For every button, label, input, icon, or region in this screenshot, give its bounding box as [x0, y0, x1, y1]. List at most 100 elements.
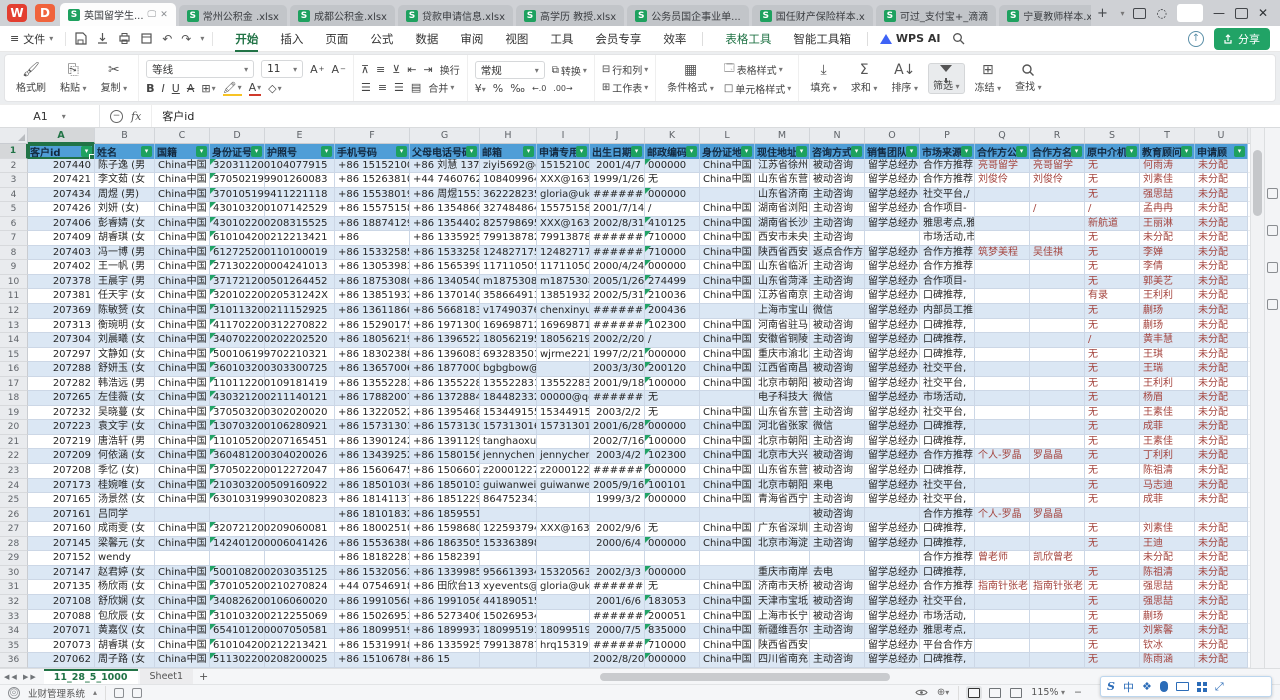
row-number[interactable]: 16: [0, 362, 28, 377]
cell[interactable]: [1030, 653, 1085, 668]
cell[interactable]: +86 15320563: [335, 566, 410, 581]
cell[interactable]: +86 1339985047: [410, 566, 480, 581]
cell[interactable]: [975, 479, 1030, 494]
cell[interactable]: 杨欣雨 (女: [95, 580, 155, 595]
cell[interactable]: China中国: [700, 246, 755, 261]
number-format-select[interactable]: 常规▾: [475, 61, 545, 79]
cell[interactable]: [1030, 217, 1085, 232]
cell[interactable]: +86 15575158: [335, 202, 410, 217]
column-letter[interactable]: I: [537, 128, 590, 144]
cell[interactable]: [700, 551, 755, 566]
cell[interactable]: ########: [590, 639, 645, 654]
cell[interactable]: 被动咨询: [810, 377, 865, 392]
cell[interactable]: +86 1354402198: [410, 217, 480, 232]
cell[interactable]: 彭睿婧 (女: [95, 217, 155, 232]
cell[interactable]: 北京市大兴: [755, 449, 810, 464]
undo-icon[interactable]: ↶: [162, 32, 172, 46]
cell[interactable]: 口碑推荐,: [920, 566, 975, 581]
column-letter[interactable]: J: [590, 128, 645, 144]
cell[interactable]: [755, 508, 810, 523]
cell[interactable]: 32010220020531242X: [210, 289, 265, 304]
cell[interactable]: 合作方推荐: [920, 246, 975, 261]
header-cell[interactable]: 出生日期▾: [590, 144, 645, 159]
share-button[interactable]: 分享: [1214, 28, 1270, 50]
cell[interactable]: 未分配: [1195, 289, 1248, 304]
cell[interactable]: [1030, 479, 1085, 494]
file-tab[interactable]: S英国留学生...🖵︎✕: [60, 3, 176, 26]
cell[interactable]: 冯一博 (男: [95, 246, 155, 261]
cell[interactable]: 无: [1085, 173, 1140, 188]
header-cell[interactable]: 手机号码▾: [335, 144, 410, 159]
cell[interactable]: 124827175: [480, 246, 537, 261]
cell[interactable]: 207421: [28, 173, 95, 188]
column-letter[interactable]: C: [155, 128, 210, 144]
filter-dropdown-button[interactable]: ▾: [961, 146, 972, 157]
redo-icon[interactable]: ↷: [181, 32, 191, 46]
cell[interactable]: 主动咨询: [810, 202, 865, 217]
cell[interactable]: 北京市朝阳: [755, 479, 810, 494]
cell[interactable]: 2002/8/20: [590, 653, 645, 668]
cell[interactable]: +86 13901242: [335, 435, 410, 450]
cell[interactable]: China中国: [155, 464, 210, 479]
cell[interactable]: 180562195: [537, 333, 590, 348]
cell[interactable]: 未分配: [1195, 319, 1248, 334]
cell[interactable]: 上海市长宁: [755, 610, 810, 625]
filter-dropdown-button[interactable]: ▾: [1181, 146, 1192, 157]
cell[interactable]: [210, 551, 265, 566]
preview-icon[interactable]: [140, 32, 153, 45]
close-icon[interactable]: ✕: [1258, 6, 1268, 20]
cell[interactable]: 何依涵 (女: [95, 449, 155, 464]
percent-icon[interactable]: %: [493, 82, 503, 95]
cell[interactable]: 2003/4/2: [590, 449, 645, 464]
cell[interactable]: 山东省临沂: [755, 260, 810, 275]
cell[interactable]: 130703200106280921: [210, 420, 265, 435]
cell[interactable]: 济南市天桥: [755, 580, 810, 595]
filter-dropdown-button[interactable]: ▾: [1234, 146, 1245, 157]
wrap-text-button[interactable]: 换行: [440, 62, 460, 77]
filter-dropdown-button[interactable]: ▾: [1126, 146, 1137, 157]
cell[interactable]: 100000: [645, 435, 700, 450]
cell[interactable]: ########: [590, 319, 645, 334]
decrease-font-icon[interactable]: A−: [332, 63, 346, 76]
cell[interactable]: ########: [590, 246, 645, 261]
cell[interactable]: 未分配: [1195, 202, 1248, 217]
sidebar-help-icon[interactable]: [1267, 299, 1278, 310]
cell[interactable]: 胡睿琪 (女: [95, 231, 155, 246]
cell[interactable]: 370503200302020020: [210, 406, 265, 421]
cell[interactable]: 主动咨询: [810, 406, 865, 421]
column-letter[interactable]: Q: [975, 128, 1030, 144]
cell[interactable]: 口碑推荐,: [920, 319, 975, 334]
formula-content[interactable]: 客户id: [151, 105, 194, 127]
cell[interactable]: [265, 551, 335, 566]
cell[interactable]: +86 15332585: [335, 246, 410, 261]
cell[interactable]: 207173: [28, 479, 95, 494]
filter-dropdown-button[interactable]: ▾: [396, 146, 407, 157]
cell[interactable]: 留学总经办: [865, 289, 920, 304]
filter-dropdown-button[interactable]: ▾: [141, 146, 152, 157]
cell[interactable]: 无: [645, 522, 700, 537]
cell[interactable]: 207313: [28, 319, 95, 334]
filter-dropdown-button[interactable]: ▾: [321, 146, 332, 157]
cell[interactable]: 新航道: [1085, 217, 1140, 232]
cell[interactable]: 有录: [1085, 289, 1140, 304]
menu-tab[interactable]: 视图: [495, 27, 538, 51]
cell[interactable]: 无: [1085, 260, 1140, 275]
cell[interactable]: 合作方推荐: [920, 159, 975, 174]
print-icon[interactable]: [118, 32, 131, 45]
cell[interactable]: [537, 595, 590, 610]
paste-button[interactable]: ⎘ 粘贴 ▾: [56, 62, 91, 95]
cell[interactable]: 社交平台,: [920, 479, 975, 494]
cell[interactable]: +86 田欣台1395: [410, 580, 480, 595]
cell[interactable]: 李倩: [1140, 260, 1195, 275]
cell[interactable]: 370105200210270824: [210, 580, 265, 595]
cell[interactable]: +86 1396083127: [410, 348, 480, 363]
cell[interactable]: [537, 653, 590, 668]
cell[interactable]: 季忆 (女): [95, 464, 155, 479]
column-letter[interactable]: U: [1195, 128, 1248, 144]
cell[interactable]: 370502200012272047: [210, 464, 265, 479]
roam-icon[interactable]: ⊕▾: [937, 687, 949, 698]
cell[interactable]: 2002/9/6: [590, 522, 645, 537]
cell[interactable]: 无: [1085, 231, 1140, 246]
restore-icon[interactable]: [1235, 8, 1248, 19]
globe-icon[interactable]: ◌: [1156, 6, 1166, 20]
